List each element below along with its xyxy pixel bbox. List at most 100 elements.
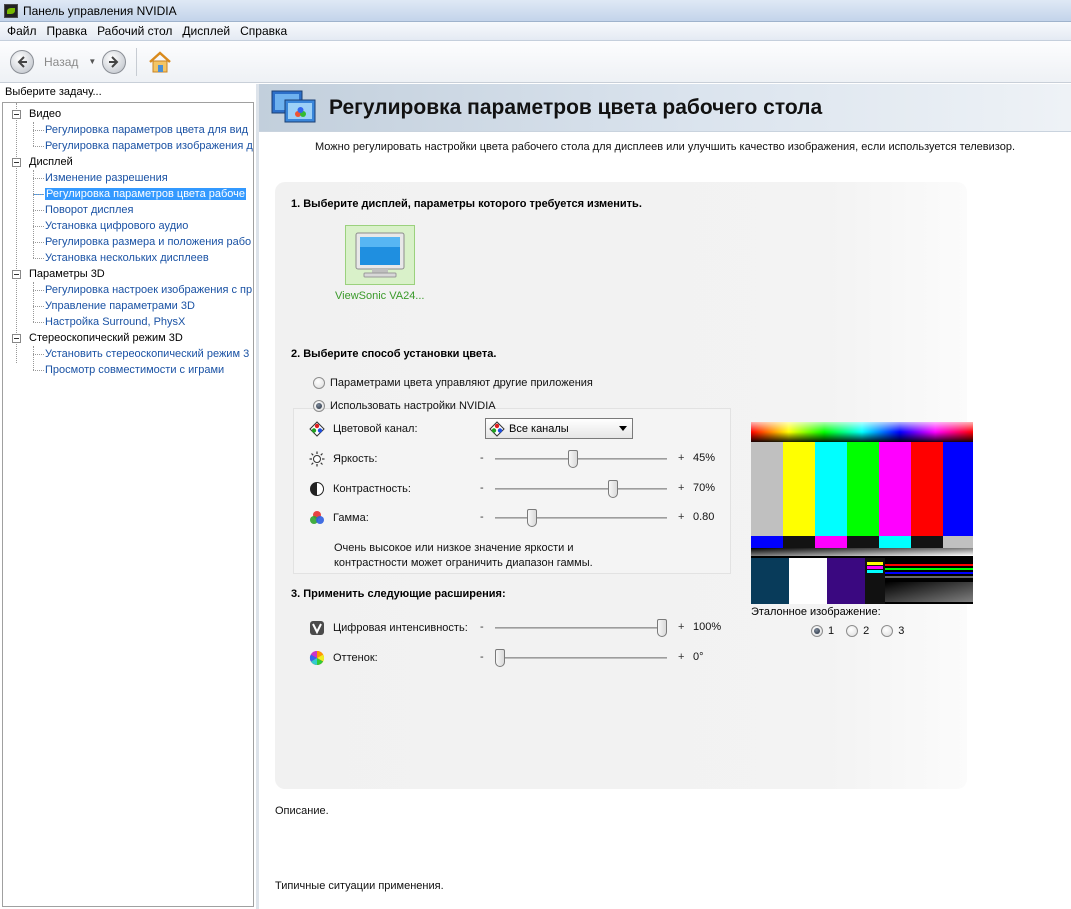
page-banner: Регулировка параметров цвета рабочего ст… [259,84,1071,132]
arrow-right-icon [109,55,119,68]
task-digital-audio[interactable]: Установка цифрового аудио [3,218,253,234]
radio-button[interactable] [881,625,894,637]
task-stereo-setup[interactable]: Установить стереоскопический режим 3 [3,346,253,362]
category-3d[interactable]: Параметры 3D [3,266,253,282]
gamma-row: Гамма: [309,508,369,528]
task-surround-physx[interactable]: Настройка Surround, PhysX [3,314,253,330]
step3-title: 3. Применить следующие расширения: [291,588,506,600]
menu-help[interactable]: Справка [235,24,292,38]
brightness-label: Яркость: [333,453,378,465]
menu-file[interactable]: Файл [2,24,42,38]
home-icon [149,50,172,72]
usage-label: Типичные ситуации применения. [275,880,444,892]
task-desktop-color[interactable]: Регулировка параметров цвета рабоче [3,186,253,202]
slider-track[interactable] [495,517,667,519]
menu-display[interactable]: Дисплей [177,24,235,38]
step2-title: 2. Выберите способ установки цвета. [291,348,497,360]
gamma-slider[interactable]: - + 0.80 [480,508,730,528]
slider-track[interactable] [495,458,667,460]
category-display[interactable]: Дисплей [3,154,253,170]
slider-thumb[interactable] [495,649,505,667]
title-bar: Панель управления NVIDIA [0,0,1071,22]
category-stereo-3d[interactable]: Стереоскопический режим 3D [3,330,253,346]
task-tree: Видео Регулировка параметров цвета для в… [2,102,254,907]
reference-image [751,422,973,604]
channel-select[interactable]: Все каналы [485,418,633,439]
slider-track[interactable] [495,657,667,659]
step1-title: 1. Выберите дисплей, параметры которого … [291,198,642,210]
category-video[interactable]: Видео [3,106,253,122]
toolbar: Назад ▼ [0,41,1071,83]
task-3d-manage[interactable]: Управление параметрами 3D [3,298,253,314]
contrast-row: Контрастность: [309,479,411,499]
reference-option-2[interactable]: 2 [846,625,869,637]
vibrance-slider[interactable]: - + 100% [480,618,730,638]
radio-other-apps[interactable]: Параметрами цвета управляют другие прило… [313,377,593,389]
hue-slider[interactable]: - + 0° [480,648,730,668]
monitor-icon [355,232,405,278]
task-video-image[interactable]: Регулировка параметров изображения д [3,138,253,154]
toolbar-separator [136,47,138,76]
reference-option-3[interactable]: 3 [881,625,904,637]
slider-track[interactable] [495,627,667,629]
display-name[interactable]: ViewSonic VA24... [335,290,424,302]
slider-thumb[interactable] [567,450,578,468]
contrast-icon [310,482,324,496]
task-change-resolution[interactable]: Изменение разрешения [3,170,253,186]
reference-option-1[interactable]: 1 [811,625,834,637]
desktop-color-icon [271,88,321,128]
hue-label: Оттенок: [333,652,378,664]
radio-button[interactable] [811,625,823,637]
hue-wheel-icon [309,650,325,666]
collapse-icon[interactable] [12,110,21,119]
collapse-icon[interactable] [12,270,21,279]
page-subtitle: Можно регулировать настройки цвета рабоч… [314,141,1015,153]
radio-nvidia[interactable]: Использовать настройки NVIDIA [313,400,496,412]
description-label: Описание. [275,805,329,817]
reference-label: Эталонное изображение: [751,606,881,618]
history-dropdown-icon[interactable]: ▼ [88,57,96,66]
slider-thumb[interactable] [527,509,538,527]
hue-row: Оттенок: [309,648,378,668]
task-video-color[interactable]: Регулировка параметров цвета для вид [3,122,253,138]
brightness-row: Яркость: [309,449,377,469]
gamma-label: Гамма: [333,512,369,524]
slider-track[interactable] [495,488,667,490]
collapse-icon[interactable] [12,334,21,343]
task-3d-image[interactable]: Регулировка настроек изображения с пр [3,282,253,298]
slider-thumb[interactable] [657,619,667,637]
radio-button[interactable] [846,625,859,637]
brightness-slider[interactable]: - + 45% [480,449,730,469]
chevron-down-icon [619,426,627,431]
radio-button[interactable] [313,377,325,389]
task-game-compat[interactable]: Просмотр совместимости с играми [3,362,253,378]
page-title: Регулировка параметров цвета рабочего ст… [329,95,823,119]
radio-button[interactable] [313,400,325,412]
menu-edit[interactable]: Правка [42,24,93,38]
vibrance-row: Цифровая интенсивность: [309,618,468,638]
channel-value: Все каналы [509,422,569,435]
forward-button[interactable] [102,49,127,74]
task-rotate-display[interactable]: Поворот дисплея [3,202,253,218]
menu-desktop[interactable]: Рабочий стол [92,24,177,38]
gamma-icon [310,511,324,524]
collapse-icon[interactable] [12,158,21,167]
nvidia-logo-icon [4,3,18,18]
contrast-slider[interactable]: - + 70% [480,479,730,499]
slider-thumb[interactable] [608,480,619,498]
display-tile[interactable] [345,225,415,285]
contrast-value: 70% [693,482,716,494]
vibrance-icon [310,621,324,635]
vibrance-value: 100% [693,621,722,633]
sidebar-header: Выберите задачу... [0,84,256,102]
task-multiple-displays[interactable]: Установка нескольких дисплеев [3,250,253,266]
home-button[interactable] [147,49,173,75]
arrow-left-icon [17,55,27,68]
back-button[interactable] [10,49,34,74]
reference-options: 1 2 3 [811,625,916,637]
task-desktop-size[interactable]: Регулировка размера и положения рабо [3,234,253,250]
channel-row: Цветовой канал: [309,419,418,439]
contrast-label: Контрастность: [333,483,411,495]
main-content: Регулировка параметров цвета рабочего ст… [259,84,1071,909]
window-title: Панель управления NVIDIA [23,3,177,18]
